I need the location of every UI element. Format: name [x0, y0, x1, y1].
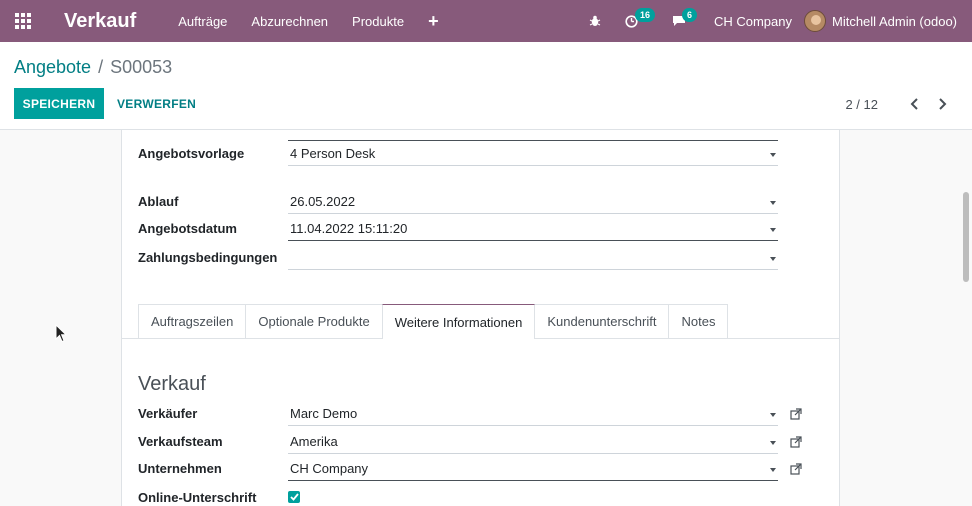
quote-date-value: 11.04.2022 15:11:20: [290, 221, 408, 236]
chat-icon[interactable]: 6: [672, 8, 697, 27]
template-label: Angebotsvorlage: [138, 146, 245, 161]
breadcrumb-quotations-link[interactable]: Angebote: [14, 57, 91, 78]
pager: 2 / 12: [845, 94, 952, 114]
control-panel: Angebote / S00053 SPEICHERN VERWERFEN 2 …: [0, 42, 972, 130]
sales-team-value: Amerika: [290, 434, 338, 449]
plus-icon[interactable]: +: [416, 11, 451, 32]
discard-button[interactable]: VERWERFEN: [117, 88, 196, 119]
tab-customer-signature[interactable]: Kundenunterschrift: [534, 304, 670, 338]
top-navbar: Verkauf Aufträge Abzurechnen Produkte + …: [0, 0, 972, 42]
sales-team-input[interactable]: Amerika: [288, 432, 778, 454]
tab-notes[interactable]: Notes: [668, 304, 729, 338]
tab-order-lines[interactable]: Auftragszeilen: [138, 304, 247, 338]
online-signature-label: Online-Unterschrift: [138, 490, 257, 505]
app-brand[interactable]: Verkauf: [64, 10, 136, 33]
company-label: Unternehmen: [138, 461, 222, 476]
external-link-icon[interactable]: [790, 408, 804, 422]
user-name: Mitchell Admin (odoo): [832, 13, 957, 29]
company-input[interactable]: CH Company: [288, 459, 778, 481]
caret-down-icon[interactable]: [770, 468, 776, 472]
chevron-left-icon[interactable]: [904, 94, 924, 114]
caret-down-icon[interactable]: [770, 228, 776, 232]
salesperson-value: Marc Demo: [290, 406, 358, 421]
menu-item-to-invoice[interactable]: Abzurechnen: [239, 14, 340, 29]
external-link-icon[interactable]: [790, 436, 804, 450]
online-signature-checkbox[interactable]: [288, 491, 300, 503]
apps-grid-icon[interactable]: [0, 0, 46, 42]
company-switcher[interactable]: CH Company: [714, 14, 792, 29]
form-sheet: Angebotsvorlage 4 Person Desk Ablauf 26.…: [121, 130, 840, 506]
salesperson-input[interactable]: Marc Demo: [288, 404, 778, 426]
activity-clock-icon[interactable]: 16: [625, 7, 655, 28]
menu-item-orders[interactable]: Aufträge: [166, 14, 239, 29]
expiration-value: 26.05.2022: [290, 194, 356, 209]
save-button[interactable]: SPEICHERN: [14, 88, 104, 119]
template-value: 4 Person Desk: [290, 146, 376, 161]
payment-terms-input[interactable]: [288, 248, 778, 270]
form-content: Angebotsvorlage 4 Person Desk Ablauf 26.…: [0, 130, 972, 506]
breadcrumb-current: S00053: [110, 57, 173, 77]
quote-date-label: Angebotsdatum: [138, 221, 237, 236]
caret-down-icon[interactable]: [770, 153, 776, 157]
partial-field-input[interactable]: [288, 130, 778, 141]
external-link-icon[interactable]: [790, 463, 804, 477]
user-menu[interactable]: Mitchell Admin (odoo): [804, 10, 957, 32]
expiration-input[interactable]: 26.05.2022: [288, 192, 778, 214]
navbar-systray: 16 6 CH Company Mitchell Admin (odoo): [577, 0, 972, 42]
mouse-cursor-icon: [55, 323, 68, 346]
caret-down-icon[interactable]: [770, 257, 776, 261]
notebook-tabs: Auftragszeilen Optionale Produkte Weiter…: [138, 304, 729, 339]
template-input[interactable]: 4 Person Desk: [288, 144, 778, 166]
messages-count-badge: 6: [681, 8, 697, 22]
tab-other-info[interactable]: Weitere Informationen: [381, 304, 536, 339]
avatar: [804, 10, 826, 32]
chevron-right-icon[interactable]: [932, 94, 952, 114]
scrollbar-thumb[interactable]: [963, 192, 969, 282]
pager-value[interactable]: 2 / 12: [845, 97, 878, 112]
sales-team-label: Verkaufsteam: [138, 434, 223, 449]
bug-icon[interactable]: [589, 15, 601, 27]
payment-terms-label: Zahlungsbedingungen: [138, 250, 278, 265]
company-value: CH Company: [290, 461, 369, 476]
expiration-label: Ablauf: [138, 194, 179, 209]
activity-count-badge: 16: [634, 7, 655, 22]
breadcrumb-separator: /: [98, 57, 104, 77]
quote-date-input[interactable]: 11.04.2022 15:11:20: [288, 219, 778, 241]
salesperson-label: Verkäufer: [138, 406, 198, 421]
menu-item-products[interactable]: Produkte: [340, 14, 416, 29]
caret-down-icon[interactable]: [770, 441, 776, 445]
section-title-sales: Verkauf: [138, 373, 206, 395]
tab-optional-products[interactable]: Optionale Produkte: [245, 304, 383, 338]
breadcrumb: Angebote / S00053: [14, 57, 172, 78]
caret-down-icon[interactable]: [770, 413, 776, 417]
caret-down-icon[interactable]: [770, 201, 776, 205]
